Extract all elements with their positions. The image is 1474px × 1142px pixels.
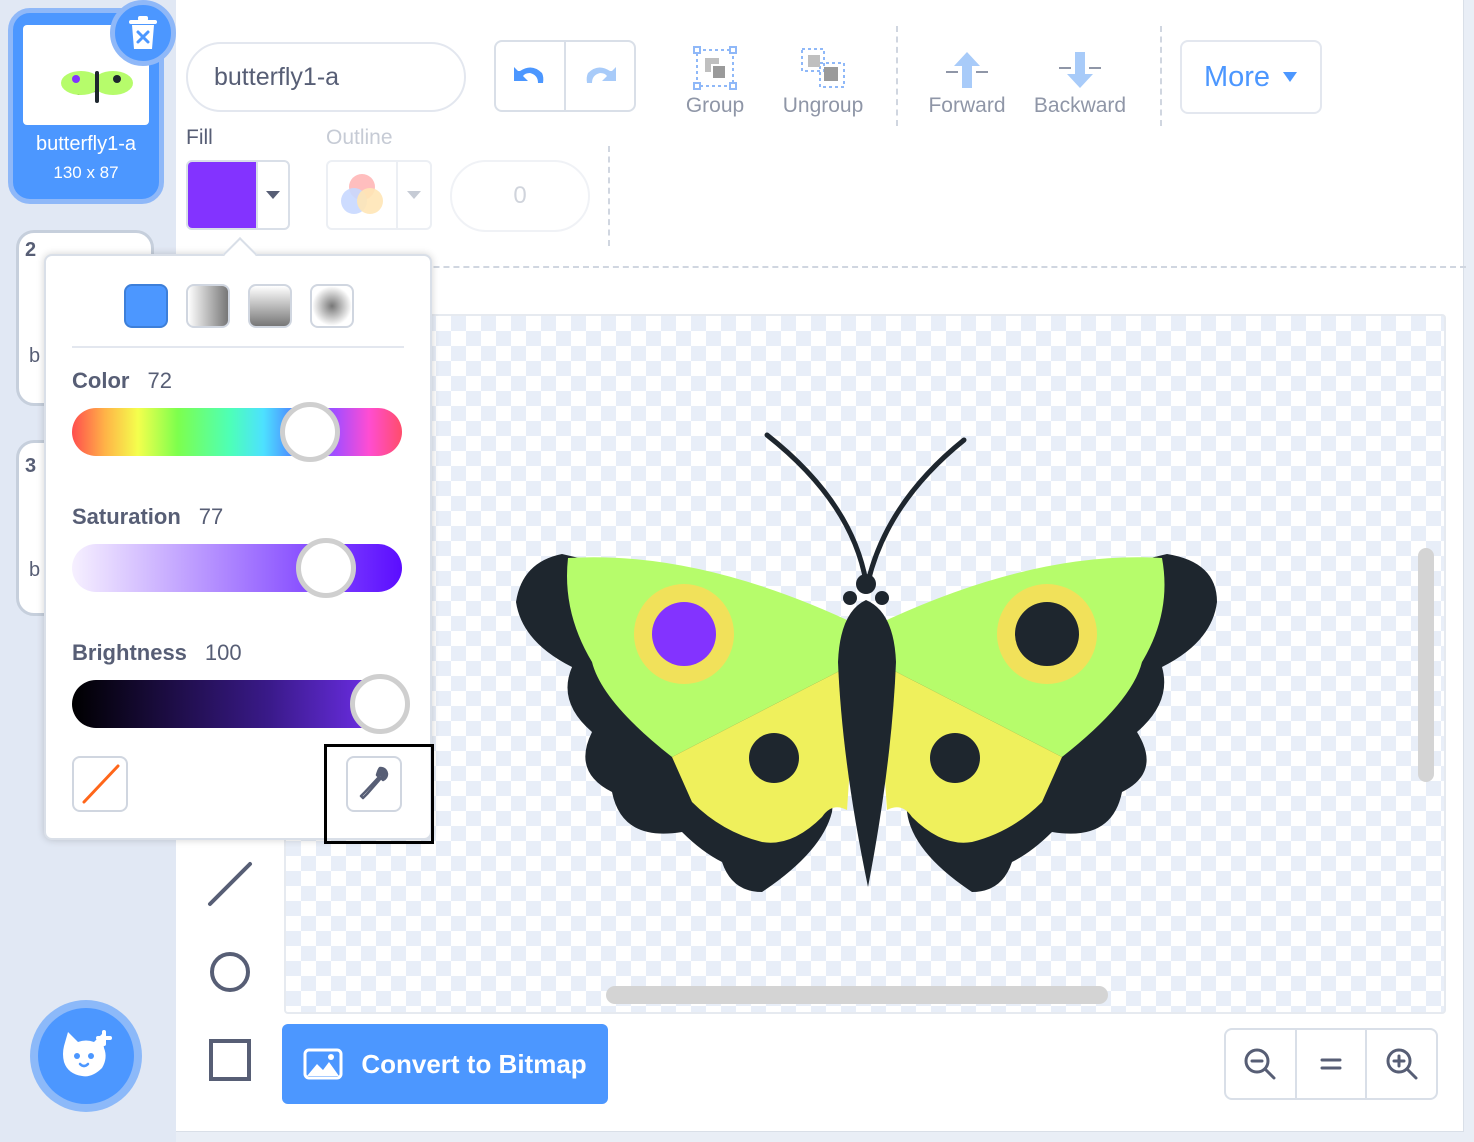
zoom-in-icon <box>1386 1048 1418 1080</box>
forward-label: Forward <box>928 94 1006 117</box>
brightness-value: 100 <box>204 640 242 665</box>
saturation-slider[interactable] <box>72 538 402 598</box>
delete-costume-button[interactable] <box>110 0 176 66</box>
toolbar-divider <box>1160 26 1162 126</box>
color-slider-knob[interactable] <box>279 402 340 462</box>
caret-down-icon <box>407 191 421 199</box>
toolbar-divider <box>608 146 610 246</box>
costume-size: 130 x 87 <box>53 163 119 182</box>
backward-icon <box>1059 52 1101 88</box>
zoom-out-icon <box>1244 1048 1276 1080</box>
backward-button[interactable]: Backward <box>1028 38 1132 118</box>
backward-label: Backward <box>1033 94 1127 117</box>
paint-canvas[interactable] <box>284 314 1446 1014</box>
horizontal-scrollbar[interactable] <box>606 986 1108 1004</box>
forward-button[interactable]: Forward <box>924 38 1010 118</box>
vertical-scrollbar[interactable] <box>1418 548 1434 782</box>
no-color-icon <box>82 764 120 804</box>
rectangle-tool[interactable] <box>204 1034 256 1086</box>
color-value: 72 <box>147 368 172 393</box>
undo-redo-group <box>494 40 636 112</box>
costume-number: 2 <box>25 239 37 261</box>
radial-gradient-option[interactable] <box>310 284 354 328</box>
outline-label: Outline <box>326 126 393 149</box>
zoom-controls <box>1224 1028 1438 1100</box>
forward-icon <box>946 52 988 88</box>
no-fill-button[interactable] <box>72 756 128 812</box>
convert-to-bitmap-button[interactable]: Convert to Bitmap <box>282 1024 608 1104</box>
line-tool[interactable] <box>204 858 256 910</box>
eyedropper-highlight <box>324 744 434 844</box>
choose-costume-button[interactable] <box>30 1000 142 1112</box>
undo-button[interactable] <box>496 42 566 110</box>
line-icon <box>208 862 252 906</box>
costume-name: butterfly1-a <box>35 133 137 155</box>
toolbar-divider <box>896 26 898 126</box>
trash-icon <box>129 16 157 49</box>
fill-color-button[interactable] <box>186 160 290 230</box>
convert-to-bitmap-label: Convert to Bitmap <box>361 1048 587 1079</box>
outline-dropdown[interactable] <box>396 162 430 228</box>
brightness-label: Brightness <box>72 640 187 665</box>
ungroup-icon <box>801 48 845 88</box>
fill-label: Fill <box>186 126 213 149</box>
zoom-reset-button[interactable] <box>1294 1030 1366 1098</box>
redo-icon <box>586 67 616 83</box>
outline-width-input[interactable]: 0 <box>450 160 590 232</box>
equals-icon <box>1320 1058 1342 1070</box>
circle-tool[interactable] <box>204 946 256 998</box>
group-label: Group <box>685 94 745 117</box>
saturation-value: 77 <box>198 504 224 529</box>
ungroup-label: Ungroup <box>782 94 864 117</box>
brightness-slider-label: Brightness 100 <box>72 640 242 666</box>
mixed-color-icon <box>341 174 383 214</box>
costume-name: b <box>29 559 41 581</box>
more-label: More <box>1203 60 1271 93</box>
more-button[interactable]: More <box>1180 40 1322 114</box>
brightness-slider-knob[interactable] <box>350 674 410 734</box>
color-label: Color <box>72 368 130 393</box>
outline-swatch <box>328 162 396 228</box>
saturation-slider-label: Saturation 77 <box>72 504 223 530</box>
costume-name: b <box>29 345 41 367</box>
outline-color-button[interactable] <box>326 160 432 230</box>
color-slider-label: Color 72 <box>72 368 172 394</box>
group-icon <box>693 46 737 90</box>
caret-down-icon <box>266 191 280 199</box>
saturation-slider-knob[interactable] <box>296 538 357 598</box>
saturation-label: Saturation <box>72 504 181 529</box>
butterfly-drawing <box>516 432 1217 892</box>
solid-fill-option[interactable] <box>124 284 168 328</box>
gradient-type-selector <box>124 284 354 328</box>
vertical-gradient-option[interactable] <box>248 284 292 328</box>
toolbar-bottom-divider <box>284 266 1466 268</box>
popover-divider <box>72 346 404 348</box>
undo-icon <box>514 67 544 83</box>
cat-plus-icon <box>63 1030 112 1077</box>
zoom-in-button[interactable] <box>1365 1030 1436 1098</box>
fill-swatch <box>188 162 256 228</box>
circle-icon <box>210 952 250 992</box>
fill-dropdown[interactable] <box>256 162 288 228</box>
brightness-slider[interactable] <box>72 674 410 734</box>
caret-down-icon <box>1283 72 1298 82</box>
zoom-out-button[interactable] <box>1226 1030 1295 1098</box>
redo-button[interactable] <box>566 42 634 110</box>
bitmap-icon <box>303 1048 343 1080</box>
costume-number: 3 <box>25 455 37 477</box>
color-slider[interactable] <box>72 402 402 462</box>
rectangle-icon <box>209 1039 251 1081</box>
costume-name-input[interactable] <box>186 42 466 112</box>
horizontal-gradient-option[interactable] <box>186 284 230 328</box>
group-button[interactable]: Group <box>672 38 758 118</box>
ungroup-button[interactable]: Ungroup <box>776 38 870 118</box>
